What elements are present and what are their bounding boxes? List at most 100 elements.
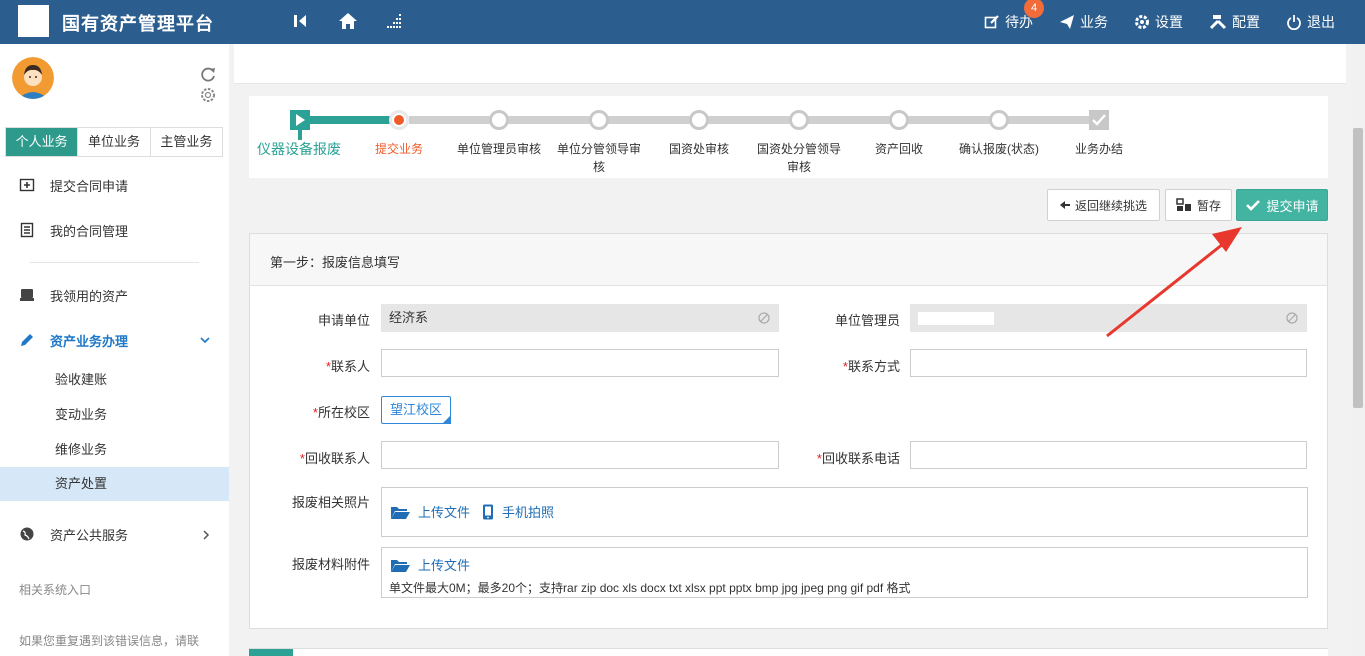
top-menu-logout[interactable]: 退出 (1286, 12, 1335, 32)
contact-phone-input[interactable] (910, 349, 1307, 377)
app-title: 国有资产管理平台 (62, 14, 214, 34)
step-node (489, 110, 509, 130)
attachments-upload-area: 上传文件 单文件最大0M；最多20个；支持rar zip doc xls doc… (381, 547, 1308, 598)
top-menu-business[interactable]: 业务 (1059, 12, 1108, 32)
apply-unit-label: 申请单位 (317, 313, 370, 328)
submit-application-button[interactable]: 提交申请 (1236, 189, 1328, 221)
top-menu-label: 退出 (1307, 14, 1335, 30)
chevron-right-icon (203, 530, 210, 540)
sidebar-item-asset-business[interactable]: 资产业务办理 (0, 322, 229, 358)
page-scrollbar[interactable] (1351, 44, 1365, 656)
step-node (889, 110, 909, 130)
phone-photo-label: 手机拍照 (502, 505, 555, 520)
sidebar-item-label: 资产业务办理 (50, 333, 129, 349)
sidebar-sub-disposal[interactable]: 资产处置 (0, 467, 229, 501)
scrollbar-thumb[interactable] (1353, 128, 1363, 408)
apply-unit-value: 经济系 (389, 310, 429, 325)
unit-admin-label: 单位管理员 (834, 313, 900, 328)
sitemap-icon (1176, 198, 1191, 211)
chevron-down-icon (200, 337, 210, 344)
pencil-icon (21, 334, 33, 346)
back-continue-button[interactable]: 返回继续挑选 (1047, 189, 1160, 221)
sidebar-divider (30, 262, 199, 263)
start-marker (298, 130, 302, 140)
collapse-sidebar-icon[interactable] (291, 10, 313, 32)
button-label: 提交申请 (1266, 198, 1319, 214)
power-icon (1287, 15, 1301, 30)
tools-icon (1209, 15, 1227, 30)
sidebar-item-my-contracts[interactable]: 我的合同管理 (0, 212, 229, 248)
sidebar-sub-repair[interactable]: 维修业务 (0, 433, 229, 467)
photos-label: 报废相关照片 (291, 495, 370, 510)
disposal-form-panel: 第一步：报废信息填写 申请单位 经济系 单位管理员 *联系人 *联系方式 *所在… (249, 233, 1328, 629)
main-content: 仪器设备报废 提交业务 单位管理员审核 单位分管领导审核 国资处审核 国资处分管… (229, 44, 1351, 656)
step-node (789, 110, 809, 130)
refresh-icon[interactable] (199, 65, 217, 83)
settings-gear-icon[interactable] (199, 86, 217, 104)
paper-plane-icon (1060, 15, 1074, 29)
sidebar-item-my-assets[interactable]: 我领用的资产 (0, 277, 229, 313)
recycle-contact-input[interactable] (381, 441, 779, 469)
avatar[interactable] (12, 57, 54, 99)
top-menu-todo[interactable]: 待办 4 (984, 0, 1044, 32)
sidebar-item-label: 提交合同申请 (50, 178, 129, 194)
step-label: 业务办结 (1074, 142, 1123, 156)
globe-icon (20, 527, 34, 541)
disabled-icon (758, 312, 770, 324)
attachments-upload-button[interactable]: 上传文件 (390, 555, 470, 574)
step-label: 提交业务 (374, 142, 423, 156)
logo (18, 5, 49, 37)
top-menu-label: 业务 (1080, 14, 1108, 30)
step-label: 资产回收 (874, 142, 923, 156)
tab-unit-business[interactable]: 单位业务 (78, 128, 151, 156)
tab-personal-business[interactable]: 个人业务 (6, 128, 79, 156)
top-menu: 待办 4 业务 设置 配置 退出 (958, 0, 1335, 44)
home-icon[interactable] (337, 10, 359, 32)
step-label: 国资处审核 (668, 142, 729, 156)
gear-icon (1135, 15, 1149, 29)
step-label: 仪器设备报废 (257, 141, 341, 157)
step-label: 确认报废(状态) (959, 142, 1039, 156)
attachments-label: 报废材料附件 (291, 557, 370, 572)
step-node (989, 110, 1009, 130)
top-bar: 国有资产管理平台 待办 4 业务 设置 配置 退出 (0, 0, 1365, 44)
save-draft-button[interactable]: 暂存 (1165, 189, 1232, 221)
upload-label: 上传文件 (418, 505, 471, 520)
list-icon (20, 222, 34, 238)
top-menu-label: 配置 (1232, 14, 1260, 30)
campus-label: *所在校区 (312, 405, 370, 420)
sidebar: 个人业务 单位业务 主管业务 提交合同申请 我的合同管理 我领用的资产 资产业务… (0, 44, 229, 656)
unit-admin-value (918, 312, 994, 326)
dots-grid-icon[interactable] (384, 10, 406, 32)
step-label: 国资处分管领导审核 (756, 142, 841, 174)
todo-count-badge: 4 (1024, 0, 1044, 18)
sidebar-tabs: 个人业务 单位业务 主管业务 (5, 127, 223, 157)
sidebar-item-label: 我领用的资产 (50, 288, 129, 304)
disabled-icon (1286, 312, 1298, 324)
contact-phone-label: *联系方式 (842, 359, 900, 374)
related-systems-link[interactable]: 相关系统入口 (19, 581, 91, 598)
photos-upload-button[interactable]: 上传文件 (390, 502, 470, 521)
folder-open-icon (391, 506, 410, 519)
step-connector-done (299, 116, 399, 124)
step-node (589, 110, 609, 130)
sidebar-sub-acceptance[interactable]: 验收建账 (0, 363, 229, 397)
check-icon (1246, 200, 1261, 211)
sidebar-item-public-service[interactable]: 资产公共服务 (0, 516, 229, 552)
recycle-phone-input[interactable] (910, 441, 1307, 469)
drive-icon (20, 289, 34, 301)
sidebar-item-submit-contract[interactable]: 提交合同申请 (0, 167, 229, 203)
sidebar-sub-change[interactable]: 变动业务 (0, 398, 229, 432)
top-menu-settings[interactable]: 设置 (1134, 12, 1183, 32)
tab-supervisor-business[interactable]: 主管业务 (150, 128, 222, 156)
phone-photo-button[interactable]: 手机拍照 (482, 502, 554, 521)
top-menu-config[interactable]: 配置 (1209, 12, 1260, 32)
upload-label: 上传文件 (418, 558, 471, 573)
contact-input[interactable] (381, 349, 779, 377)
error-contact-note: 如果您重复遇到该错误信息，请联 (19, 634, 200, 648)
attachment-format-hint: 单文件最大0M；最多20个；支持rar zip doc xls docx txt… (389, 581, 911, 595)
play-icon (290, 110, 310, 130)
campus-option-selected[interactable]: 望江校区 (381, 396, 451, 424)
process-steps: 仪器设备报废 提交业务 单位管理员审核 单位分管领导审核 国资处审核 国资处分管… (249, 96, 1328, 178)
edit-icon (984, 15, 999, 29)
